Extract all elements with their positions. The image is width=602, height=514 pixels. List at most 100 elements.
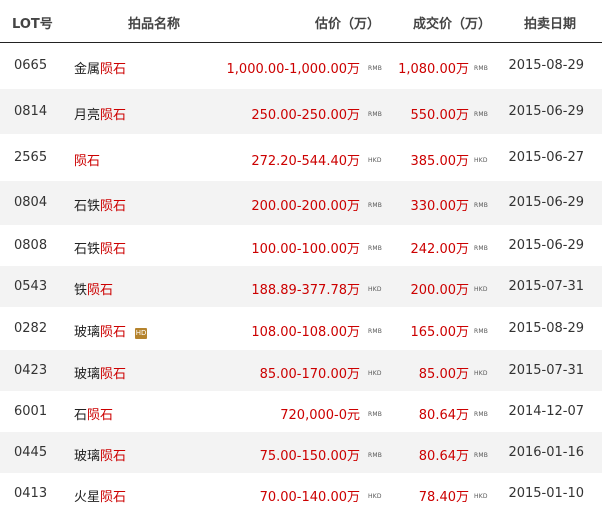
table-row[interactable]: 0543 铁陨石 188.89-377.78万 HKD 200.00万 HKD 2015-0… — [0, 266, 602, 307]
estimate-currency: RMB — [368, 411, 383, 418]
table-row[interactable]: 0282 玻璃陨石 HD 108.00-108.00万 RMB 165.00万 RMB 201… — [0, 307, 602, 350]
estimate-currency: HKD — [368, 370, 382, 377]
lot-name-link[interactable]: 玻璃陨石 HD — [74, 321, 148, 340]
deal-price-value: 330.00万 — [410, 199, 470, 214]
lot-name-keyword: 陨石 — [87, 283, 114, 298]
estimate-value: 85.00-170.00万 — [259, 367, 360, 382]
auction-date: 2015-06-27 — [508, 150, 584, 165]
table-row[interactable]: 0808 石铁陨石 100.00-100.00万 RMB 242.00万 RMB 2015-… — [0, 225, 602, 266]
lot-name-keyword: 陨石 — [87, 408, 114, 423]
estimate-value: 200.00-200.00万 — [251, 199, 360, 214]
deal-price-value: 1,080.00万 — [398, 62, 469, 77]
lot-name-link[interactable]: 玻璃陨石 — [74, 445, 126, 464]
lot-name-link[interactable]: 火星陨石 — [74, 486, 126, 505]
deal-price-currency: RMB — [474, 202, 489, 209]
estimate-value: 108.00-108.00万 — [251, 325, 360, 340]
lot-number: 2565 — [14, 150, 48, 165]
estimate-currency: RMB — [368, 65, 383, 72]
deal-price-currency: RMB — [474, 111, 489, 118]
deal-price-currency: HKD — [474, 370, 488, 377]
lot-name-keyword: 陨石 — [74, 154, 101, 169]
deal-price-value: 385.00万 — [410, 154, 470, 169]
auction-date: 2015-07-31 — [508, 279, 584, 294]
lot-name-prefix: 玻璃 — [74, 325, 101, 340]
lot-name-prefix: 月亮 — [74, 108, 101, 123]
deal-price-currency: RMB — [474, 245, 489, 252]
lot-name-keyword: 陨石 — [100, 242, 127, 257]
table-row[interactable]: 0413 火星陨石 70.00-140.00万 HKD 78.40万 HKD 2015-01… — [0, 473, 602, 514]
table-row[interactable]: 2565 陨石 272.20-544.40万 HKD 385.00万 HKD 2015-06… — [0, 134, 602, 181]
lot-name-link[interactable]: 金属陨石 — [74, 58, 126, 77]
lot-number: 0413 — [14, 486, 48, 501]
deal-price-currency: HKD — [474, 493, 488, 500]
lot-number: 6001 — [14, 404, 48, 419]
deal-price-value: 550.00万 — [410, 108, 470, 123]
lot-name-link[interactable]: 石陨石 — [74, 404, 113, 423]
estimate-currency: RMB — [368, 328, 383, 335]
estimate-currency: HKD — [368, 157, 382, 164]
deal-price-currency: RMB — [474, 328, 489, 335]
header-lot[interactable]: LOT号 — [12, 13, 53, 32]
deal-price-value: 242.00万 — [410, 242, 470, 257]
table-row[interactable]: 0665 金属陨石 1,000.00-1,000.00万 RMB 1,080.00万 RM… — [0, 43, 602, 89]
lot-name-prefix: 金属 — [74, 62, 101, 77]
lot-name-link[interactable]: 石铁陨石 — [74, 238, 126, 257]
lot-name-link[interactable]: 月亮陨石 — [74, 104, 126, 123]
deal-price-currency: HKD — [474, 157, 488, 164]
header-estimate[interactable]: 估价（万） — [315, 13, 380, 32]
header-deal-price[interactable]: 成交价（万） — [413, 13, 491, 32]
auction-date: 2015-06-29 — [508, 238, 584, 253]
deal-price-currency: HKD — [474, 286, 488, 293]
estimate-value: 1,000.00-1,000.00万 — [226, 62, 360, 77]
lot-name-link[interactable]: 石铁陨石 — [74, 195, 126, 214]
hd-badge-icon: HD — [135, 328, 148, 339]
deal-price-value: 80.64万 — [418, 408, 469, 423]
lot-number: 0814 — [14, 104, 48, 119]
deal-price-currency: RMB — [474, 65, 489, 72]
auction-date: 2015-07-31 — [508, 363, 584, 378]
deal-price-value: 80.64万 — [418, 449, 469, 464]
auction-date: 2015-06-29 — [508, 104, 584, 119]
table-row[interactable]: 0804 石铁陨石 200.00-200.00万 RMB 330.00万 RMB 2015-… — [0, 181, 602, 225]
lot-name-keyword: 陨石 — [100, 449, 127, 464]
lot-name-link[interactable]: 铁陨石 — [74, 279, 113, 298]
lot-name-keyword: 陨石 — [100, 367, 127, 382]
auction-date: 2016-01-16 — [508, 445, 584, 460]
lot-name-keyword: 陨石 — [100, 108, 127, 123]
table-row[interactable]: 0814 月亮陨石 250.00-250.00万 RMB 550.00万 RMB 2015-… — [0, 89, 602, 134]
auction-date: 2015-01-10 — [508, 486, 584, 501]
deal-price-currency: RMB — [474, 452, 489, 459]
estimate-value: 100.00-100.00万 — [251, 242, 360, 257]
auction-date: 2015-08-29 — [508, 321, 584, 336]
auction-date: 2015-06-29 — [508, 195, 584, 210]
lot-name-prefix: 玻璃 — [74, 449, 101, 464]
estimate-value: 70.00-140.00万 — [259, 490, 360, 505]
lot-number: 0423 — [14, 363, 48, 378]
lot-number: 0282 — [14, 321, 48, 336]
lot-name-prefix: 石 — [74, 408, 88, 423]
lot-name-prefix: 玻璃 — [74, 367, 101, 382]
table-row[interactable]: 0445 玻璃陨石 75.00-150.00万 RMB 80.64万 RMB 2016-01… — [0, 432, 602, 473]
table-row[interactable]: 0423 玻璃陨石 85.00-170.00万 HKD 85.00万 HKD 2015-07… — [0, 350, 602, 391]
deal-price-value: 78.40万 — [418, 490, 469, 505]
estimate-value: 188.89-377.78万 — [251, 283, 360, 298]
header-auction-date[interactable]: 拍卖日期 — [524, 13, 576, 32]
table-header: LOT号 拍品名称 估价（万） 成交价（万） 拍卖日期 — [0, 0, 602, 43]
lot-name-link[interactable]: 陨石 — [74, 150, 100, 169]
lot-number: 0804 — [14, 195, 48, 210]
table-row[interactable]: 6001 石陨石 720,000-0元 RMB 80.64万 RMB 2014-12-07 — [0, 391, 602, 432]
header-name[interactable]: 拍品名称 — [128, 13, 180, 32]
auction-date: 2014-12-07 — [508, 404, 584, 419]
lot-number: 0665 — [14, 58, 48, 73]
lot-name-keyword: 陨石 — [100, 62, 127, 77]
estimate-currency: RMB — [368, 245, 383, 252]
deal-price-currency: RMB — [474, 411, 489, 418]
deal-price-value: 165.00万 — [410, 325, 470, 340]
estimate-value: 272.20-544.40万 — [251, 154, 360, 169]
deal-price-value: 85.00万 — [418, 367, 469, 382]
estimate-value: 75.00-150.00万 — [259, 449, 360, 464]
lot-number: 0808 — [14, 238, 48, 253]
lot-name-link[interactable]: 玻璃陨石 — [74, 363, 126, 382]
lot-number: 0543 — [14, 279, 48, 294]
lot-name-prefix: 石铁 — [74, 199, 101, 214]
